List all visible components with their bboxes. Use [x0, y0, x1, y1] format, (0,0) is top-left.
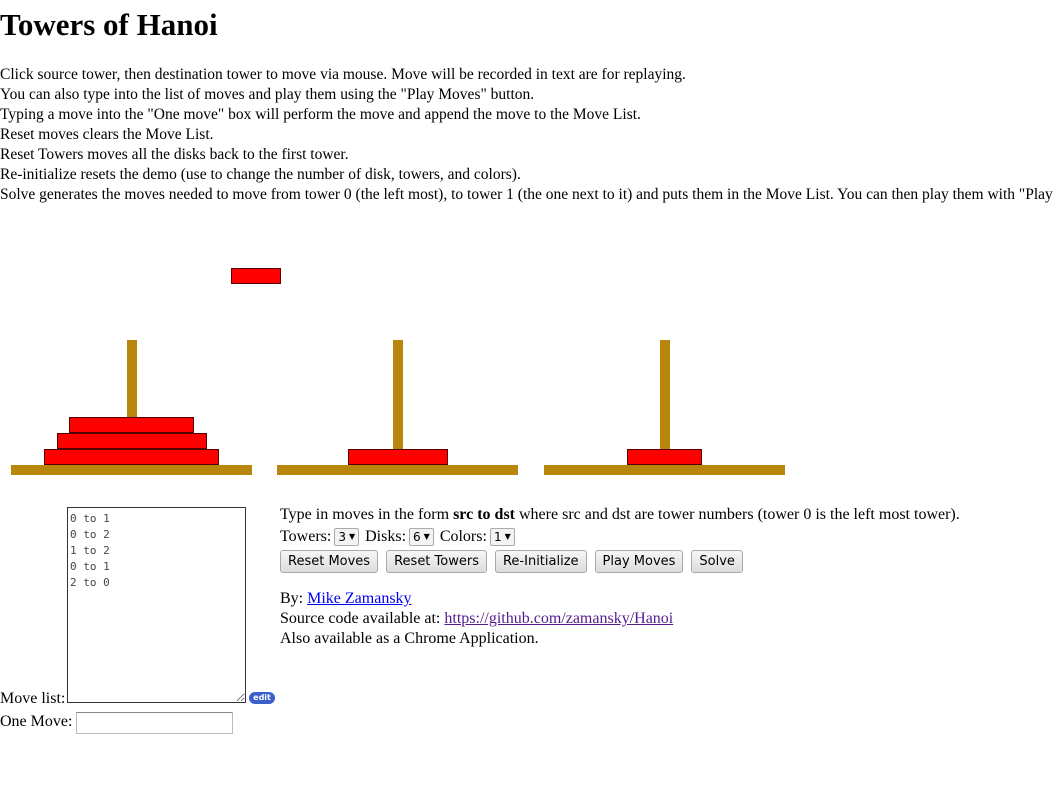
- reinitialize-button[interactable]: Re-Initialize: [494, 550, 587, 573]
- author-link[interactable]: Mike Zamansky: [307, 590, 411, 607]
- move-list-textarea[interactable]: [67, 507, 246, 703]
- move-list-label: Move list:: [0, 690, 66, 707]
- disks-label: Disks:: [365, 528, 407, 545]
- intro-line: Reset moves clears the Move List.: [0, 126, 214, 143]
- one-move-label: One Move:: [0, 713, 73, 730]
- intro-line: You can also type into the list of moves…: [0, 86, 535, 103]
- tower-peg[interactable]: [392, 340, 403, 465]
- chevron-down-icon: ▼: [423, 532, 430, 541]
- one-move-input[interactable]: [76, 712, 233, 734]
- credits: By: Mike Zamansky Source code available …: [280, 589, 960, 649]
- instructions-block: Click source tower, then destination tow…: [0, 65, 1054, 205]
- source-code-link[interactable]: https://github.com/zamansky/Hanoi: [444, 610, 673, 627]
- disk[interactable]: [56, 433, 207, 449]
- solve-button[interactable]: Solve: [691, 550, 743, 573]
- colors-select[interactable]: 1 ▼: [489, 528, 515, 546]
- disks-select[interactable]: 6 ▼: [409, 528, 434, 546]
- chevron-down-icon: ▼: [504, 532, 511, 541]
- move-format: src to dst: [453, 506, 515, 523]
- tower-peg[interactable]: [659, 340, 670, 465]
- options-row: Towers: 3 ▼ Disks: 6 ▼ Colors: 1 ▼: [280, 527, 960, 547]
- edit-icon[interactable]: edit: [249, 692, 275, 704]
- disk[interactable]: [44, 449, 219, 465]
- chevron-down-icon: ▼: [348, 532, 356, 541]
- reset-towers-button[interactable]: Reset Towers: [386, 550, 487, 573]
- towers-select[interactable]: 3 ▼: [334, 528, 360, 546]
- play-moves-button[interactable]: Play Moves: [594, 550, 684, 573]
- disk[interactable]: [627, 449, 702, 465]
- tower-base[interactable]: [277, 465, 518, 475]
- button-row: Reset Moves Reset Towers Re-Initialize P…: [280, 550, 960, 573]
- intro-line: Reset Towers moves all the disks back to…: [0, 146, 349, 163]
- colors-label: Colors:: [439, 528, 487, 545]
- disk[interactable]: [347, 449, 448, 465]
- page-title: Towers of Hanoi: [0, 7, 218, 42]
- intro-line: Re-initialize resets the demo (use to ch…: [0, 166, 521, 183]
- controls-panel: Type in moves in the form src to dst whe…: [280, 505, 960, 649]
- selected-disk[interactable]: [231, 268, 281, 284]
- reset-moves-button[interactable]: Reset Moves: [280, 550, 379, 573]
- tower-base[interactable]: [11, 465, 252, 475]
- intro-line: Click source tower, then destination tow…: [0, 66, 686, 83]
- hanoi-board[interactable]: [0, 260, 1054, 490]
- towers-label: Towers:: [280, 528, 332, 545]
- intro-line: Solve generates the moves needed to move…: [0, 186, 1054, 203]
- tower-base[interactable]: [544, 465, 785, 475]
- disk[interactable]: [69, 417, 194, 433]
- move-format-instructions: Type in moves in the form src to dst whe…: [280, 506, 960, 523]
- intro-line: Typing a move into the "One move" box wi…: [0, 106, 641, 123]
- chrome-app-text: Also available as a Chrome Application.: [280, 630, 539, 647]
